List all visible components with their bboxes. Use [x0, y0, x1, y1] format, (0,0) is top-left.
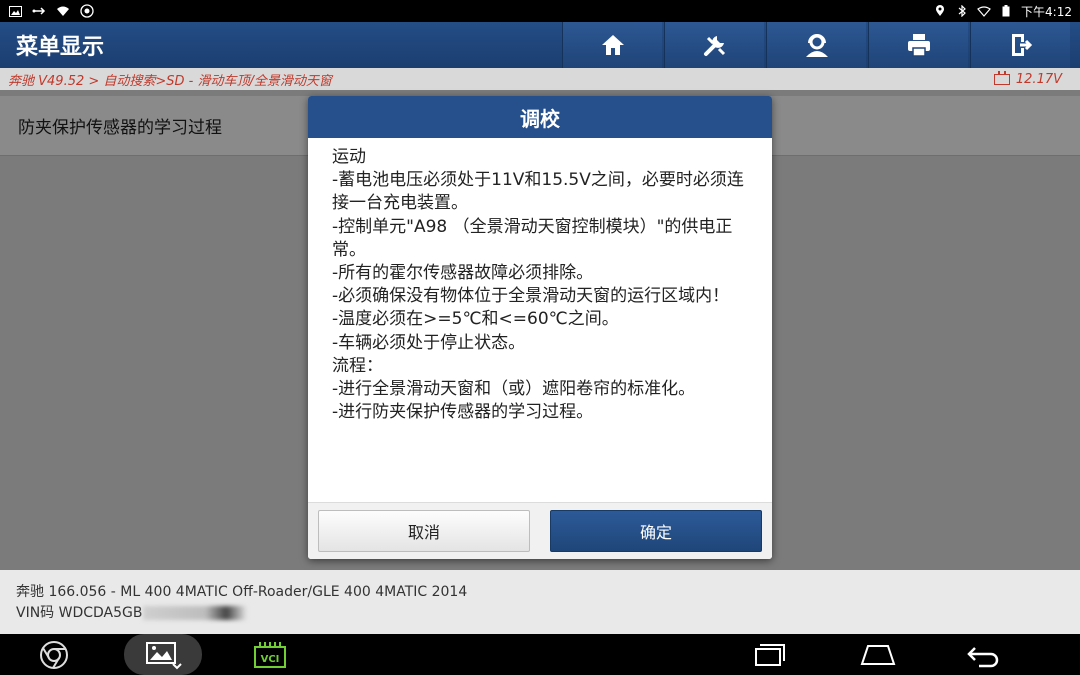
home-nav-button[interactable] — [856, 634, 900, 675]
page-title: 菜单显示 — [16, 35, 105, 60]
dialog-line: -温度必须在>=5℃和<=60℃之间。 — [332, 309, 619, 330]
list-item-label: 防夹保护传感器的学习过程 — [18, 118, 222, 138]
support-button[interactable] — [766, 22, 866, 68]
recents-button[interactable] — [746, 634, 790, 675]
home-button[interactable] — [562, 22, 662, 68]
dialog-line: -进行防夹保护传感器的学习过程。 — [332, 402, 594, 423]
vci-button[interactable]: VCI — [250, 634, 290, 675]
vehicle-info: 奔驰 166.056 - ML 400 4MATIC Off-Roader/GL… — [0, 570, 1080, 634]
home-icon — [601, 35, 624, 55]
breadcrumb-path: 奔驰 V49.52 > 自动搜索>SD - 滑动车顶/全景滑动天窗 — [8, 73, 332, 89]
bluetooth-icon — [955, 5, 969, 17]
status-time: 下午4:12 — [1021, 4, 1072, 19]
dialog-line: -车辆必须处于停止状态。 — [332, 332, 526, 353]
dialog-body: 运动 -蓄电池电压必须处于11V和15.5V之间，必要时必须连接一台充电装置。 … — [308, 138, 772, 502]
toolbar — [560, 22, 1070, 68]
recents-icon — [755, 643, 785, 666]
calibration-dialog: 调校 运动 -蓄电池电压必须处于11V和15.5V之间，必要时必须连接一台充电装… — [308, 96, 772, 559]
location-icon — [933, 5, 947, 17]
gallery-button[interactable] — [124, 634, 202, 675]
dialog-line: -所有的霍尔传感器故障必须排除。 — [332, 263, 594, 284]
usb-debug-icon — [32, 5, 46, 17]
bug-icon — [80, 4, 94, 18]
dialog-line: -必须确保没有物体位于全景滑动天窗的运行区域内！ — [332, 286, 730, 307]
printer-icon — [907, 34, 930, 57]
vehicle-model: 奔驰 166.056 - ML 400 4MATIC Off-Roader/GL… — [16, 584, 468, 600]
print-button[interactable] — [868, 22, 968, 68]
dialog-line: 运动 — [332, 147, 366, 167]
wrench-icon — [703, 36, 725, 56]
wifi-question-icon — [56, 5, 70, 17]
battery-icon — [999, 5, 1013, 17]
exit-icon — [1011, 34, 1032, 56]
dialog-actions: 取消 确定 — [308, 502, 772, 559]
dialog-title: 调校 — [308, 96, 772, 138]
cancel-button[interactable]: 取消 — [318, 510, 530, 552]
vin-redacted — [142, 606, 247, 620]
vin-row: VIN码 WDCDA5GB — [16, 603, 1064, 624]
dialog-line: -进行全景滑动天窗和（或）遮阳卷帘的标准化。 — [332, 379, 696, 400]
diagnose-button[interactable] — [664, 22, 764, 68]
chrome-button[interactable] — [34, 634, 74, 675]
dialog-line: -蓄电池电压必须处于11V和15.5V之间，必要时必须连接一台充电装置。 — [332, 170, 744, 214]
gallery-icon — [146, 641, 182, 669]
ok-button[interactable]: 确定 — [550, 510, 762, 552]
dialog-line: -控制单元"A98 （全景滑动天窗控制模块）"的供电正常。 — [332, 216, 733, 260]
back-button[interactable] — [962, 634, 1006, 675]
vci-icon: VCI — [254, 641, 286, 668]
dialog-line: 流程： — [332, 355, 383, 376]
chrome-icon — [40, 640, 68, 669]
vci-label: VCI — [261, 654, 280, 665]
app-header: 菜单显示 — [0, 22, 1080, 68]
wifi-icon — [977, 5, 991, 17]
home-nav-icon — [860, 644, 896, 665]
breadcrumb: 奔驰 V49.52 > 自动搜索>SD - 滑动车顶/全景滑动天窗 12.17V — [0, 68, 1080, 90]
voltage-value: 12.17V — [1015, 71, 1062, 87]
status-bar: 下午4:12 — [0, 0, 1080, 22]
car-battery-icon — [993, 70, 1010, 85]
image-icon — [8, 5, 22, 17]
back-icon — [967, 646, 999, 667]
battery-voltage: 12.17V — [993, 70, 1072, 87]
headset-icon — [805, 34, 828, 57]
vin-label: VIN码 WDCDA5GB — [16, 605, 143, 621]
nav-bar: VCI — [0, 634, 1080, 675]
exit-button[interactable] — [970, 22, 1070, 68]
